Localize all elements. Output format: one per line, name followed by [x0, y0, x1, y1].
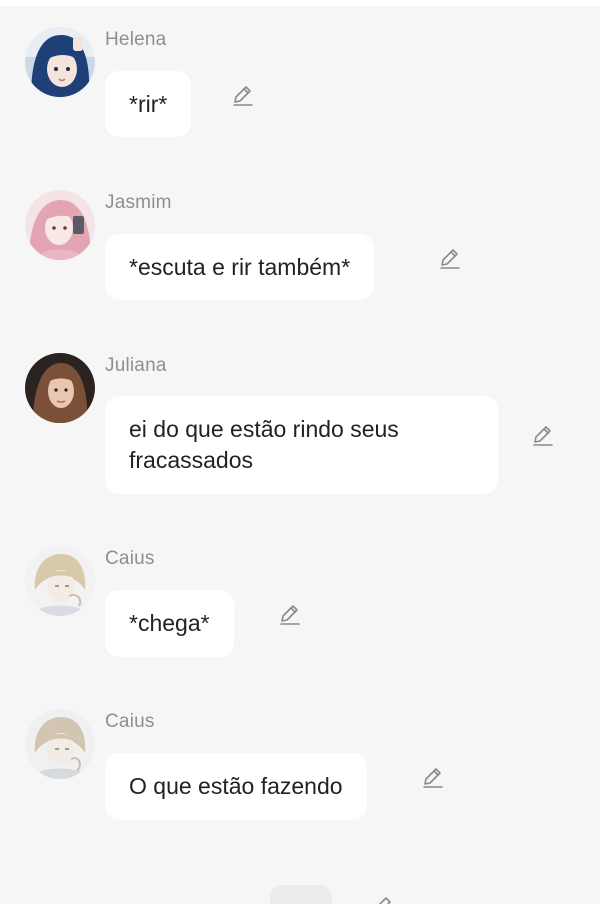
- avatar[interactable]: [25, 27, 95, 97]
- message-text: O que estão fazendo: [129, 773, 343, 799]
- message-text: *chega*: [129, 610, 210, 636]
- message-bubble[interactable]: ei do que estão rindo seus fracassados: [105, 396, 498, 494]
- author-name: Juliana: [105, 355, 167, 376]
- message-text: *rir*: [129, 90, 168, 117]
- message-bubble-partial[interactable]: [270, 885, 332, 904]
- avatar[interactable]: [25, 190, 95, 260]
- pencil-icon[interactable]: [230, 83, 256, 109]
- message-text: *escuta e rir também*: [129, 253, 351, 280]
- author-name: Caius: [105, 711, 155, 732]
- avatar[interactable]: [25, 709, 95, 779]
- avatar[interactable]: [25, 353, 95, 423]
- chat-screen: Helena *rir* Jasmim *escuta e rir também…: [0, 0, 600, 904]
- author-name: Helena: [105, 29, 167, 50]
- avatar[interactable]: [25, 546, 95, 616]
- message-bubble[interactable]: *chega*: [105, 590, 234, 657]
- message-text: ei do que estão rindo seus fracassados: [129, 416, 399, 473]
- author-name: Jasmim: [105, 192, 172, 213]
- pencil-icon[interactable]: [420, 765, 446, 791]
- top-edge: [0, 0, 600, 6]
- pencil-icon[interactable]: [370, 894, 396, 904]
- pencil-icon[interactable]: [277, 602, 303, 628]
- pencil-icon[interactable]: [530, 423, 556, 449]
- message-bubble[interactable]: *rir*: [105, 71, 192, 137]
- message-bubble[interactable]: O que estão fazendo: [105, 753, 367, 820]
- pencil-icon[interactable]: [437, 246, 463, 272]
- author-name: Caius: [105, 548, 155, 569]
- message-bubble[interactable]: *escuta e rir também*: [105, 234, 375, 300]
